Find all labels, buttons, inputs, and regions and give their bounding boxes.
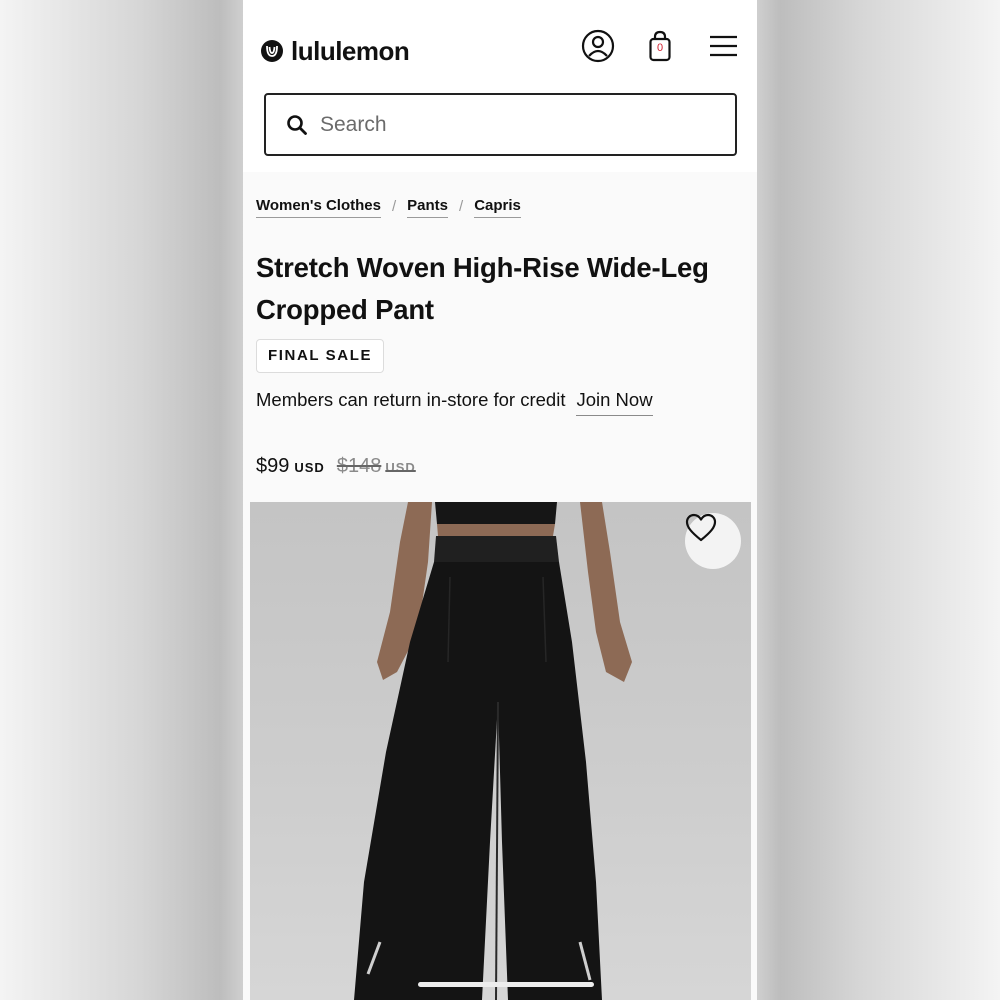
price-block: $99 USD $148 USD	[256, 455, 416, 478]
original-price-value: $148	[336, 455, 382, 477]
sale-price: $99	[256, 455, 290, 477]
breadcrumb-separator: /	[459, 197, 464, 215]
original-price-currency: USD	[385, 460, 416, 475]
account-icon[interactable]	[580, 28, 616, 64]
site-header: lululemon 0	[243, 0, 757, 172]
breadcrumb-separator: /	[391, 197, 397, 215]
breadcrumb: Women's Clothes / Pants / Capris	[256, 197, 521, 218]
search-input[interactable]	[320, 112, 700, 137]
join-now-link[interactable]: Join Now	[576, 389, 653, 416]
breadcrumb-link-capris[interactable]: Capris	[474, 197, 521, 218]
product-photo-illustration	[354, 502, 632, 1000]
final-sale-badge: FINAL SALE	[256, 339, 385, 373]
bag-count: 0	[656, 42, 664, 54]
brand-name: lululemon	[291, 36, 410, 66]
breadcrumb-link-pants[interactable]: Pants	[407, 197, 449, 218]
breadcrumb-link-womens-clothes[interactable]: Women's Clothes	[256, 197, 381, 218]
hamburger-menu-icon[interactable]	[705, 28, 741, 64]
search-icon	[287, 114, 307, 135]
search-bar[interactable]	[264, 93, 737, 156]
shopping-bag-button[interactable]: 0	[642, 28, 678, 64]
product-image[interactable]	[250, 502, 751, 1000]
sale-price-currency: USD	[294, 460, 325, 475]
lululemon-logo-icon	[261, 40, 283, 62]
member-return-info: Members can return in-store for credit J…	[256, 389, 653, 416]
wishlist-button[interactable]	[685, 513, 741, 569]
original-price: $148 USD	[337, 455, 416, 478]
brand-logo[interactable]: lululemon	[261, 36, 410, 66]
mobile-page: lululemon 0 Women's C	[243, 0, 757, 1000]
home-indicator	[418, 982, 594, 987]
return-policy-text: Members can return in-store for credit	[256, 389, 566, 410]
product-title: Stretch Woven High-Rise Wide-Leg Cropped…	[256, 252, 709, 325]
heart-icon	[685, 513, 717, 542]
